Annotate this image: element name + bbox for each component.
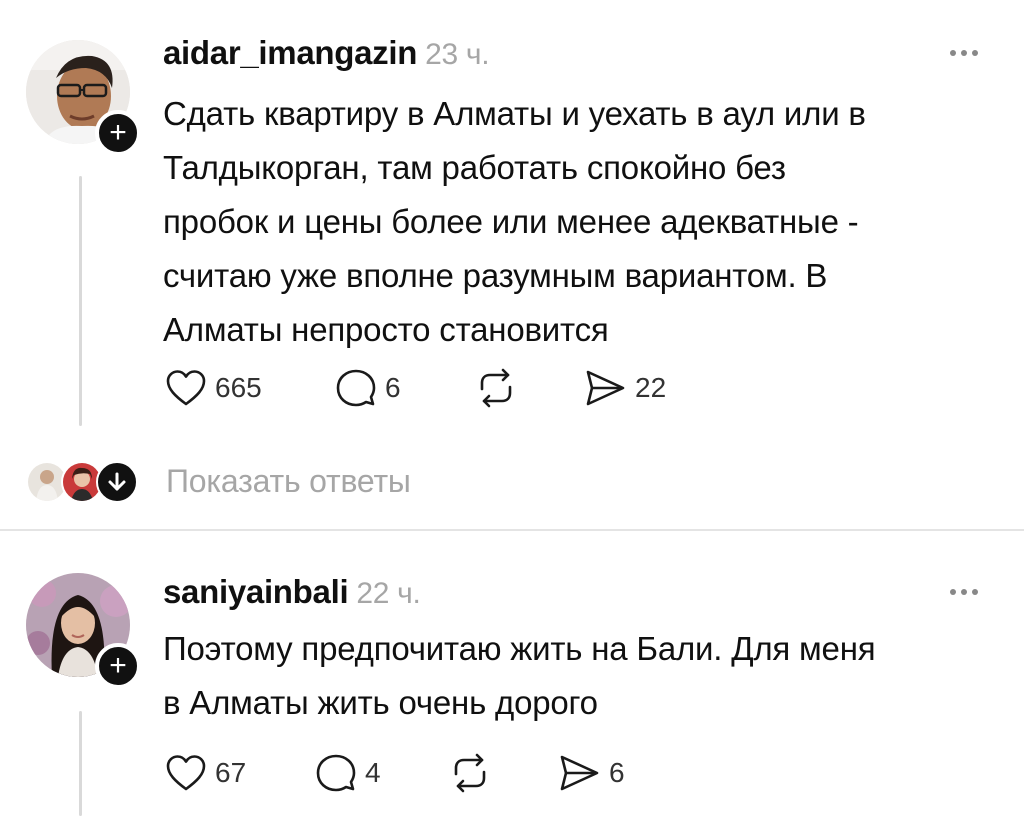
repost-button[interactable] <box>475 367 583 409</box>
share-button[interactable]: 6 <box>557 753 625 793</box>
repost-icon <box>454 753 486 793</box>
username-text[interactable]: aidar_imangazin <box>163 34 417 71</box>
username-text[interactable]: saniyainbali <box>163 573 349 610</box>
heart-icon <box>166 370 206 406</box>
post-text: Сдать квартиру в Алматы и уехать в аул и… <box>163 87 993 357</box>
post-text-line: считаю уже вполне разумным вариантом. В <box>163 257 828 294</box>
thread-line <box>79 711 82 816</box>
arrow-down-icon <box>96 461 138 503</box>
comment-button[interactable]: 6 <box>335 367 475 409</box>
post-text-line: в Алматы жить очень дорого <box>163 684 598 721</box>
share-count: 6 <box>609 757 625 788</box>
like-count: 665 <box>215 372 262 403</box>
post-text-line: пробок и цены более или менее адекватные… <box>163 203 859 240</box>
follow-plus-icon[interactable]: + <box>95 643 141 689</box>
like-button[interactable]: 67 <box>165 753 315 793</box>
post-saniya: + saniyainbali 22 ч. Поэтому предпочитаю … <box>0 531 1024 820</box>
repost-icon <box>480 368 512 408</box>
comment-count: 4 <box>365 757 381 788</box>
send-icon <box>560 755 599 791</box>
comment-icon <box>316 754 356 792</box>
more-dots-icon[interactable] <box>950 50 978 56</box>
send-icon <box>586 370 625 406</box>
post-actions: 67 4 6 <box>165 751 625 795</box>
post-text-line: Алматы непросто становится <box>163 311 609 348</box>
repost-button[interactable] <box>449 752 557 794</box>
more-dots-icon[interactable] <box>950 589 978 595</box>
comment-button[interactable]: 4 <box>315 752 449 794</box>
heart-icon <box>166 755 206 791</box>
like-count: 67 <box>215 757 247 788</box>
timestamp: 23 ч. <box>425 38 490 71</box>
username[interactable]: saniyainbali 22 ч. <box>163 573 421 611</box>
post-text: Поэтому предпочитаю жить на Бали. Для ме… <box>163 622 993 730</box>
like-button[interactable]: 665 <box>165 368 335 408</box>
reply-avatars <box>26 457 138 505</box>
comment-icon <box>336 369 376 407</box>
share-count: 22 <box>635 372 667 403</box>
thread-line <box>79 176 82 426</box>
post-text-line: Поэтому предпочитаю жить на Бали. Для ме… <box>163 630 876 667</box>
show-replies-label[interactable]: Показать ответы <box>166 463 411 500</box>
timestamp: 22 ч. <box>356 577 421 610</box>
show-replies-row[interactable]: Показать ответы <box>26 454 411 508</box>
post-actions: 665 6 22 <box>165 366 666 410</box>
post-aidar: + aidar_imangazin 23 ч. Сдать квартиру в … <box>0 0 1024 529</box>
share-button[interactable]: 22 <box>583 368 666 408</box>
follow-plus-icon[interactable]: + <box>95 110 141 156</box>
post-text-line: Талдыкорган, там работать спокойно без <box>163 149 786 186</box>
username[interactable]: aidar_imangazin 23 ч. <box>163 34 490 72</box>
post-text-line: Сдать квартиру в Алматы и уехать в аул и… <box>163 95 866 132</box>
comment-count: 6 <box>385 372 401 403</box>
